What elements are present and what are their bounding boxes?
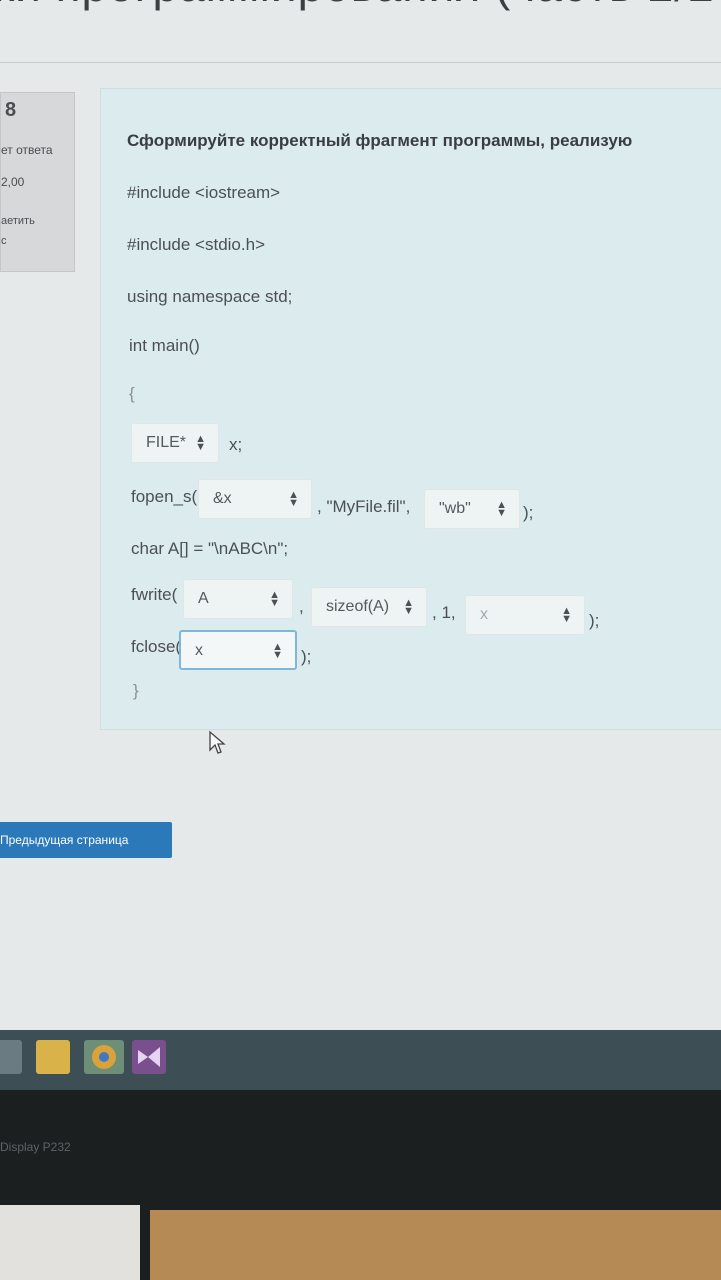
- fwrite-arg1-select[interactable]: A ▲ ▼: [183, 579, 293, 619]
- code-fopen-suffix: );: [523, 503, 534, 522]
- flag-question-label-2: с: [1, 235, 7, 247]
- code-fopen-middle: , "MyFile.fil",: [317, 497, 411, 516]
- code-line-char: char A[] = "\nABC\n";: [131, 539, 289, 558]
- select-arrows-icon: ▲ ▼: [195, 433, 206, 453]
- chrome-icon[interactable]: [84, 1040, 124, 1074]
- screen: ки программирования (часть 2/2 8 ет отве…: [0, 0, 721, 1150]
- fopen-mode-value: "wb": [439, 500, 471, 517]
- code-line-open-brace: {: [129, 384, 135, 403]
- previous-page-button[interactable]: Предыдущая страница: [0, 822, 172, 858]
- question-status: ет ответа: [1, 143, 53, 157]
- page-title: ки программирования (часть 2/2: [0, 0, 715, 12]
- code-var-suffix: x;: [229, 435, 243, 454]
- heading-divider: [0, 62, 721, 63]
- select-arrows-icon: ▲ ▼: [403, 597, 414, 617]
- code-fclose-suffix: );: [301, 647, 312, 666]
- fwrite-arg4-value: x: [480, 606, 488, 623]
- file-explorer-icon[interactable]: [36, 1040, 70, 1074]
- question-text: Сформируйте корректный фрагмент программ…: [127, 131, 633, 150]
- fwrite-arg2-select[interactable]: sizeof(A) ▲ ▼: [311, 587, 427, 627]
- select-arrows-icon: ▲ ▼: [269, 589, 280, 609]
- code-fwrite-sep1: ,: [299, 597, 304, 616]
- fopen-arg1-select[interactable]: &x ▲ ▼: [198, 479, 312, 519]
- select-arrows-icon: ▲ ▼: [561, 605, 572, 625]
- desk-paper: [0, 1205, 140, 1280]
- code-line-include-stdio: #include <stdio.h>: [127, 235, 265, 254]
- type-select-value: FILE*: [146, 434, 187, 451]
- code-line-include-iostream: #include <iostream>: [127, 183, 281, 202]
- fopen-arg1-value: &x: [213, 490, 232, 507]
- code-line-main: int main(): [129, 336, 200, 355]
- type-select[interactable]: FILE* ▲ ▼: [131, 423, 219, 463]
- fwrite-arg2-value: sizeof(A): [326, 598, 390, 615]
- windows-icon[interactable]: [0, 1040, 22, 1074]
- fwrite-arg1-value: A: [198, 590, 209, 607]
- question-content: Сформируйте корректный фрагмент программ…: [100, 88, 721, 730]
- mouse-pointer-icon: [209, 730, 226, 754]
- select-arrows-icon: ▲ ▼: [496, 499, 507, 519]
- select-arrows-icon: ▲ ▼: [272, 641, 283, 661]
- desk-surface: [150, 1210, 721, 1280]
- code-fwrite-sep2: , 1,: [432, 603, 456, 622]
- fclose-arg-value: x: [195, 642, 203, 659]
- fwrite-arg4-select[interactable]: x ▲ ▼: [465, 595, 585, 635]
- taskbar: [0, 1030, 721, 1090]
- fopen-mode-select[interactable]: "wb" ▲ ▼: [424, 489, 520, 529]
- code-fwrite-prefix: fwrite(: [131, 585, 178, 604]
- code-fclose-prefix: fclose(: [131, 637, 182, 656]
- code-line-close-brace: }: [133, 681, 139, 700]
- flag-question-link[interactable]: аетить с: [1, 211, 35, 251]
- monitor-label: Display P232: [0, 1140, 71, 1154]
- question-info-panel: 8 ет ответа 2,00 аетить с: [0, 92, 75, 272]
- select-arrows-icon: ▲ ▼: [288, 489, 299, 509]
- code-fopen-prefix: fopen_s(: [131, 487, 198, 506]
- fclose-arg-select[interactable]: x ▲ ▼: [179, 630, 297, 670]
- code-fwrite-suffix: );: [589, 611, 600, 630]
- code-line-using: using namespace std;: [127, 287, 293, 306]
- question-number: 8: [5, 99, 17, 121]
- flag-question-label-1: аетить: [1, 215, 35, 227]
- visual-studio-icon[interactable]: [132, 1040, 166, 1074]
- question-mark: 2,00: [1, 175, 25, 189]
